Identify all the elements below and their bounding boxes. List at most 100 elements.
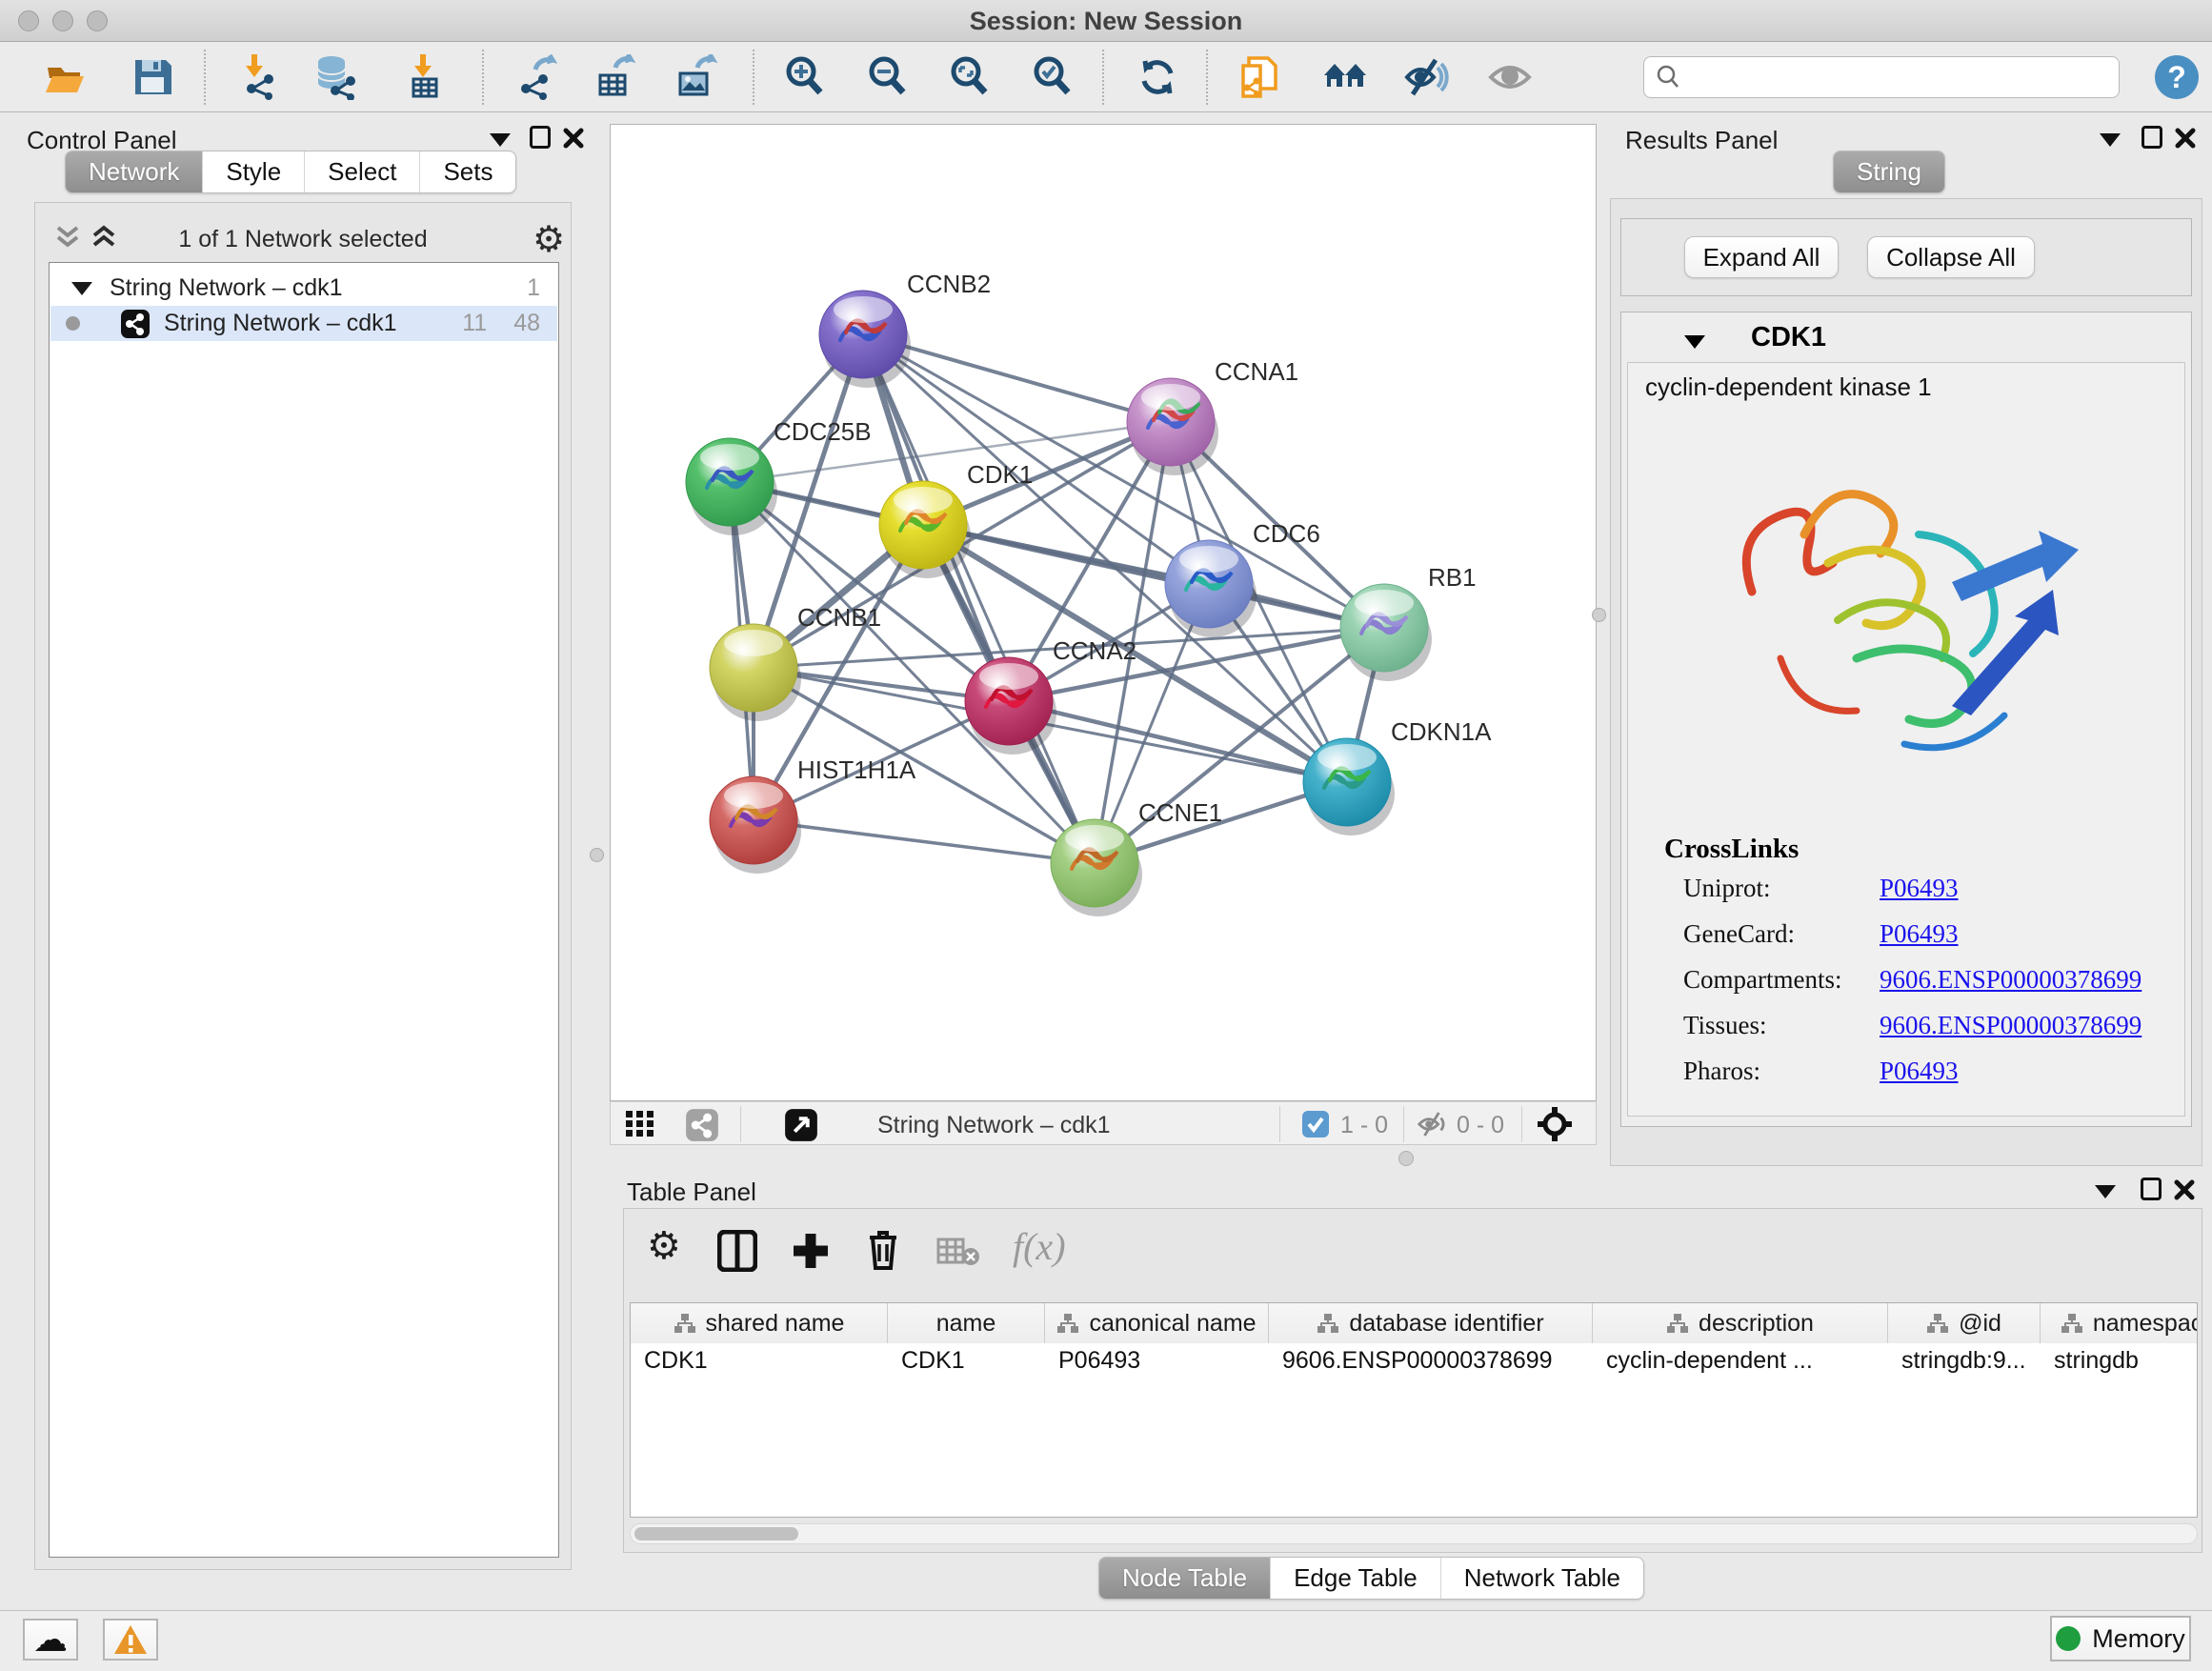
table-settings-gear-icon[interactable]: ⚙ <box>647 1224 681 1268</box>
node-CDK1[interactable]: CDK1 <box>879 460 1033 578</box>
table-cell[interactable]: cyclin-dependent ... <box>1593 1343 1888 1379</box>
string-home-icon[interactable] <box>1322 54 1368 100</box>
copy-network-icon[interactable] <box>1237 54 1283 100</box>
export-table-icon[interactable] <box>593 54 638 100</box>
table-horizontal-scrollbar[interactable] <box>630 1523 2198 1544</box>
column-header-description[interactable]: description <box>1593 1303 1888 1343</box>
table-cell[interactable]: 9606.ENSP00000378699 <box>1269 1343 1593 1379</box>
cloud-status-button[interactable]: ☁ <box>23 1619 78 1661</box>
detach-view-icon[interactable] <box>784 1108 818 1142</box>
delete-column-icon[interactable] <box>864 1228 902 1272</box>
import-network-database-icon[interactable] <box>312 54 358 100</box>
warnings-button[interactable] <box>103 1619 158 1661</box>
panel-float-icon[interactable] <box>2142 126 2162 149</box>
node-CCNE1[interactable]: CCNE1 <box>1051 798 1222 916</box>
zoom-fit-icon[interactable] <box>947 54 993 100</box>
column-header-canonical-name[interactable]: canonical name <box>1045 1303 1269 1343</box>
show-all-icon[interactable] <box>1487 54 1533 100</box>
panel-close-icon[interactable] <box>2173 1178 2196 1201</box>
expand-all-button[interactable]: Expand All <box>1684 236 1839 278</box>
panel-menu-icon[interactable] <box>2100 133 2121 147</box>
network-list-icon[interactable] <box>685 1108 719 1142</box>
panel-close-icon[interactable] <box>2174 127 2197 150</box>
network-tree-selected-row[interactable]: String Network – cdk1 11 48 <box>50 306 557 341</box>
import-network-icon[interactable] <box>234 54 280 100</box>
crosslink-value-link[interactable]: P06493 <box>1880 919 1959 949</box>
zoom-out-icon[interactable] <box>865 54 911 100</box>
show-columns-icon[interactable] <box>717 1230 757 1272</box>
edge-CCNB2-RB1[interactable] <box>863 334 1384 628</box>
tab-sets[interactable]: Sets <box>419 151 515 192</box>
memory-button[interactable]: Memory <box>2050 1616 2191 1661</box>
edge-HIST1H1A-CCNE1[interactable] <box>754 820 1095 863</box>
table-cell[interactable]: P06493 <box>1045 1343 1269 1379</box>
node-CCNA1[interactable]: CCNA1 <box>1127 357 1298 475</box>
panel-close-icon[interactable] <box>562 127 585 150</box>
search-input[interactable] <box>1643 56 2120 98</box>
tab-string[interactable]: String <box>1834 151 1944 192</box>
hide-selected-icon[interactable] <box>1403 54 1449 100</box>
birds-eye-view-icon[interactable] <box>1537 1106 1573 1142</box>
table-cell[interactable]: stringdb:9... <box>1888 1343 2041 1379</box>
column-header-shared-name[interactable]: shared name <box>631 1303 888 1343</box>
entry-collapse-icon[interactable] <box>1684 335 1705 349</box>
table-cell[interactable]: CDK1 <box>888 1343 1045 1379</box>
tab-select[interactable]: Select <box>304 151 419 192</box>
column-header-database-identifier[interactable]: database identifier <box>1269 1303 1593 1343</box>
add-column-icon[interactable] <box>792 1232 830 1270</box>
splitter-handle[interactable] <box>590 848 604 862</box>
grid-view-icon[interactable] <box>626 1111 654 1137</box>
panel-menu-icon[interactable] <box>2095 1185 2116 1198</box>
table-cell[interactable]: CDK1 <box>631 1343 888 1379</box>
column-header-namespace[interactable]: namespace <box>2041 1303 2198 1343</box>
network-tree-root-row[interactable]: String Network – cdk1 1 <box>50 271 557 306</box>
table-cell[interactable]: stringdb <box>2041 1343 2198 1379</box>
crosslink-value-link[interactable]: P06493 <box>1880 1057 1959 1086</box>
tab-edge-table[interactable]: Edge Table <box>1270 1558 1440 1599</box>
collection-count: 1 <box>527 274 540 302</box>
column-header-name[interactable]: name <box>888 1303 1045 1343</box>
help-icon[interactable]: ? <box>2155 55 2199 99</box>
crosslinks-list: Uniprot:P06493GeneCard:P06493Compartment… <box>1683 874 2169 1102</box>
crosslink-value-link[interactable]: 9606.ENSP00000378699 <box>1880 1011 2142 1040</box>
node-RB1[interactable]: RB1 <box>1340 563 1477 681</box>
refresh-layout-icon[interactable] <box>1135 54 1180 100</box>
tab-network-table[interactable]: Network Table <box>1440 1558 1643 1599</box>
edge-CCNA2-CDKN1A[interactable] <box>1009 701 1347 782</box>
zoom-in-icon[interactable] <box>782 54 828 100</box>
save-session-icon[interactable] <box>130 54 175 100</box>
node-CCNB2[interactable]: CCNB2 <box>819 270 991 388</box>
string-network-graph[interactable]: CCNB2CCNA1CDC25BCDK1CDC6RB1CCNB1CCNA2CDK… <box>611 125 1596 1100</box>
export-network-icon[interactable] <box>514 54 560 100</box>
node-HIST1H1A[interactable]: HIST1H1A <box>710 755 916 874</box>
memory-label: Memory <box>2092 1624 2185 1654</box>
network-canvas[interactable]: CCNB2CCNA1CDC25BCDK1CDC6RB1CCNB1CCNA2CDK… <box>610 124 1597 1101</box>
scrollbar-thumb[interactable] <box>634 1527 798 1540</box>
panel-menu-icon[interactable] <box>490 133 511 147</box>
selected-checkbox-icon[interactable] <box>1302 1111 1329 1137</box>
open-file-icon[interactable] <box>42 54 88 100</box>
tab-network[interactable]: Network <box>66 151 202 192</box>
cytoscape-window: Session: New Session ? Control Panel <box>0 0 2212 1671</box>
toolbar-divider <box>1279 1106 1280 1142</box>
title-bar: Session: New Session <box>0 0 2212 42</box>
crosslink-value-link[interactable]: 9606.ENSP00000378699 <box>1880 965 2142 995</box>
node-CDKN1A[interactable]: CDKN1A <box>1303 717 1492 836</box>
network-tab-panel: 1 of 1 Network selected ⚙ String Network… <box>34 202 572 1570</box>
horizontal-splitter-handle[interactable] <box>1398 1151 1414 1166</box>
collapse-all-button[interactable]: Collapse All <box>1867 236 2035 278</box>
tab-style[interactable]: Style <box>202 151 304 192</box>
node-table[interactable]: shared namenamecanonical namedatabase id… <box>630 1302 2198 1518</box>
crosslink-label: Pharos: <box>1683 1057 1880 1086</box>
import-table-icon[interactable] <box>400 54 446 100</box>
column-header-@id[interactable]: @id <box>1888 1303 2041 1343</box>
left-splitter[interactable] <box>583 112 610 1610</box>
network-options-gear-icon[interactable]: ⚙ <box>533 218 565 261</box>
zoom-selected-icon[interactable] <box>1030 54 1076 100</box>
panel-float-icon[interactable] <box>2141 1178 2162 1200</box>
tab-node-table[interactable]: Node Table <box>1099 1558 1270 1599</box>
panel-float-icon[interactable] <box>530 126 551 149</box>
export-image-icon[interactable] <box>673 54 718 100</box>
crosslink-value-link[interactable]: P06493 <box>1880 874 1959 903</box>
tree-expand-icon[interactable] <box>71 282 92 295</box>
